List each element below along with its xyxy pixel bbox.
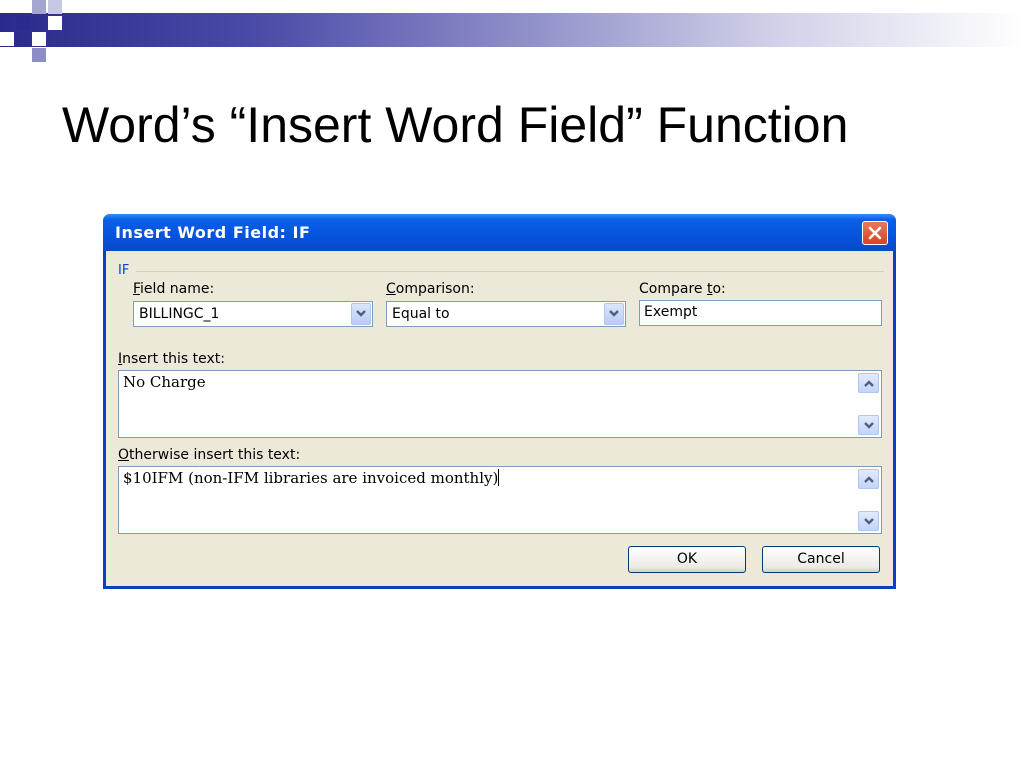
otherwise-text-label: Otherwise insert this text:: [118, 447, 301, 463]
comparison-value: Equal to: [392, 306, 450, 322]
insert-word-field-dialog: Insert Word Field: IF IF Field name: BIL…: [103, 214, 896, 589]
cancel-button[interactable]: Cancel: [762, 546, 880, 573]
header-square-decoration: [32, 48, 46, 62]
compare-to-label: Compare to:: [639, 281, 726, 297]
compare-to-value: Exempt: [644, 304, 698, 320]
insert-text-label: Insert this text:: [118, 351, 225, 367]
header-square-decoration: [48, 16, 62, 30]
comparison-label: Comparison:: [386, 281, 475, 297]
otherwise-text-scroll-down-button[interactable]: [858, 511, 879, 531]
chevron-up-icon: [864, 380, 874, 387]
dialog-titlebar[interactable]: Insert Word Field: IF: [103, 214, 896, 251]
slide-title: Word’s “Insert Word Field” Function: [62, 97, 849, 153]
field-name-dropdown-button[interactable]: [351, 303, 371, 325]
dialog-body: IF Field name: BILLINGC_1 Comparison: Eq…: [106, 251, 893, 586]
insert-text-area[interactable]: No Charge: [118, 370, 882, 438]
otherwise-text-value: $10IFM (non-IFM libraries are invoiced m…: [123, 469, 500, 487]
otherwise-text-area[interactable]: $10IFM (non-IFM libraries are invoiced m…: [118, 466, 882, 534]
slide-header-band: [0, 13, 1024, 47]
field-name-label: Field name:: [133, 281, 215, 297]
comparison-select[interactable]: Equal to: [386, 301, 626, 327]
insert-text-scroll-down-button[interactable]: [858, 415, 879, 435]
ok-button[interactable]: OK: [628, 546, 746, 573]
header-square-decoration: [48, 0, 62, 14]
compare-to-input[interactable]: Exempt: [639, 300, 882, 326]
comparison-dropdown-button[interactable]: [604, 303, 624, 325]
chevron-down-icon: [356, 310, 366, 317]
header-square-decoration: [32, 32, 46, 46]
chevron-down-icon: [864, 422, 874, 429]
otherwise-text-scroll-up-button[interactable]: [858, 469, 879, 489]
header-square-decoration: [32, 0, 46, 14]
header-square-decoration: [0, 32, 14, 46]
chevron-down-icon: [609, 310, 619, 317]
field-name-select[interactable]: BILLINGC_1: [133, 301, 373, 327]
group-label: IF: [118, 263, 130, 278]
insert-text-scroll-up-button[interactable]: [858, 373, 879, 393]
close-button[interactable]: [862, 221, 888, 245]
close-x-icon: [868, 226, 882, 240]
text-caret: [498, 469, 500, 486]
field-name-value: BILLINGC_1: [139, 306, 220, 322]
header-square-decoration: [16, 16, 30, 30]
chevron-up-icon: [864, 476, 874, 483]
group-divider: [136, 271, 884, 272]
dialog-title: Insert Word Field: IF: [115, 223, 311, 242]
chevron-down-icon: [864, 518, 874, 525]
insert-text-value: No Charge: [123, 373, 206, 391]
